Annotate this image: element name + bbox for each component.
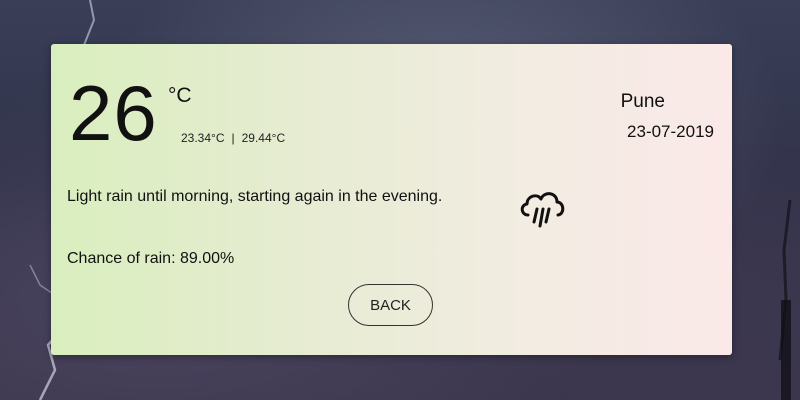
- max-temperature: 29.44°C: [241, 131, 286, 145]
- city-name: Pune: [620, 91, 665, 112]
- temperature-unit: °C: [168, 84, 192, 107]
- min-temperature: 23.34°C: [181, 131, 225, 145]
- min-max-temperature: 23.34°C | 29.44°C: [181, 131, 285, 145]
- weather-summary: Light rain until morning, starting again…: [67, 188, 443, 205]
- forecast-date: 23-07-2019: [627, 122, 714, 141]
- min-max-separator: |: [231, 131, 235, 145]
- back-button[interactable]: BACK: [348, 284, 433, 326]
- chance-of-rain: Chance of rain: 89.00%: [67, 250, 235, 267]
- temperature-value: 26: [69, 69, 158, 157]
- weather-card: 26 °C 23.34°C | 29.44°C Pune 23-07-2019 Li…: [51, 44, 732, 355]
- rain-cloud-icon: [520, 192, 565, 228]
